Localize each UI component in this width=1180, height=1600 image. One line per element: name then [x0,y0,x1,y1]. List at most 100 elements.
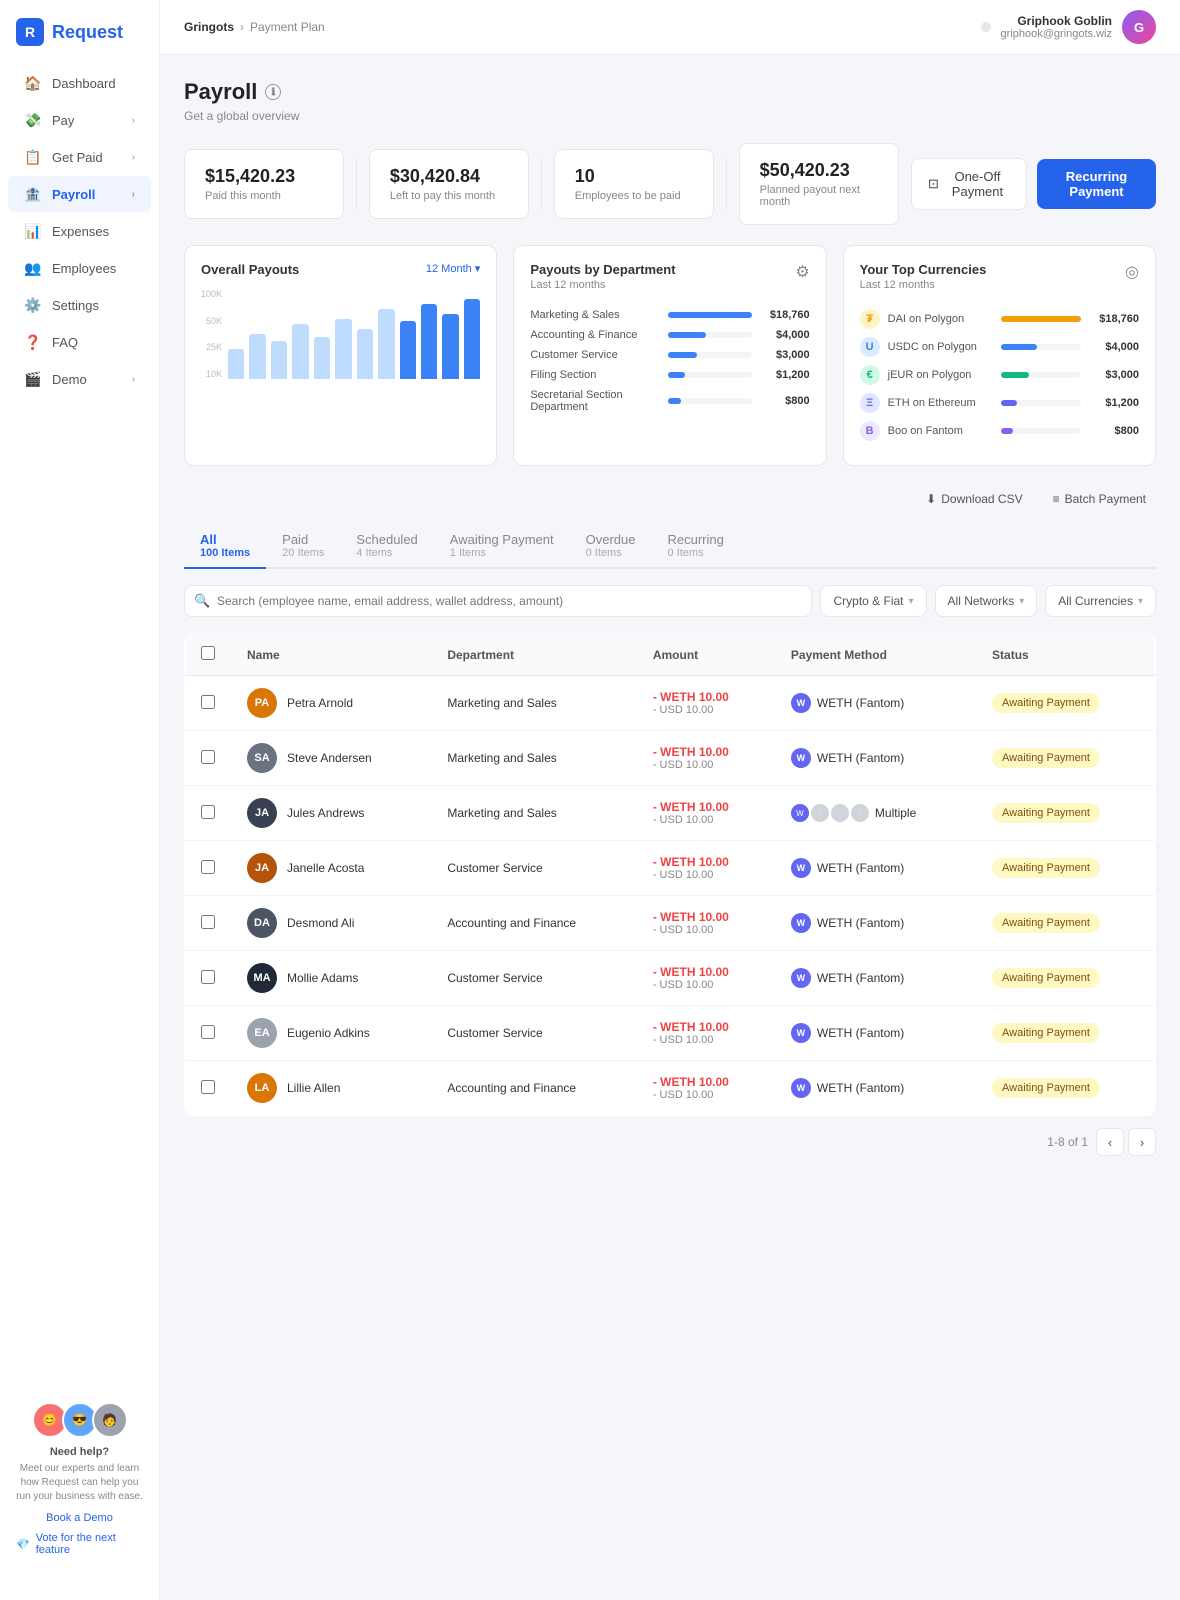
payment-tabs: All 100 ItemsPaid 20 ItemsScheduled 4 It… [184,524,1156,569]
amount-primary-1: - WETH 10.00 [653,745,759,759]
app-logo[interactable]: R Request [0,0,159,64]
currencies-settings-icon[interactable]: ◎ [1125,262,1139,282]
search-input[interactable] [184,585,812,617]
sidebar-bottom: 😊 😎 🧑 Need help? Meet our experts and le… [0,1386,159,1580]
user-avatar[interactable]: G [1122,10,1156,44]
row-checkbox-6[interactable] [201,1025,215,1039]
dept-row-1: Accounting & Finance $4,000 [530,329,809,341]
status-column-header: Status [976,634,1155,676]
sidebar-item-faq[interactable]: ❓ FAQ [8,324,151,360]
department-cell-5: Customer Service [431,951,636,1006]
dept-settings-icon[interactable]: ⚙ [795,262,809,282]
status-cell-4: Awaiting Payment [976,896,1155,951]
tab-count-all: 100 Items [200,547,250,559]
payment-method-cell-0: W WETH (Fantom) [775,676,976,731]
tab-count-scheduled: 4 Items [356,547,417,559]
book-demo-link[interactable]: Book a Demo [16,1512,143,1524]
bar-group-1 [249,334,265,379]
chevron-down-icon: ▾ [1138,596,1143,607]
method-icon-4: · [851,804,869,822]
tab-count-overdue: 0 Items [586,547,636,559]
bar-group-0 [228,349,244,379]
charts-row: Overall Payouts 12 Month ▾ 100K50K25K10K… [184,245,1156,466]
download-csv-button[interactable]: ⬇ Download CSV [916,486,1032,512]
pay-nav-icon: 💸 [24,111,42,129]
employee-name-5: Mollie Adams [287,971,358,985]
row-checkbox-1[interactable] [201,750,215,764]
batch-payment-button[interactable]: ≡ Batch Payment [1043,486,1156,512]
row-checkbox-4[interactable] [201,915,215,929]
department-cell-6: Customer Service [431,1006,636,1061]
payment-method-cell-3: W WETH (Fantom) [775,841,976,896]
nav-label-settings: Settings [52,298,99,313]
sidebar-item-expenses[interactable]: 📊 Expenses [8,213,151,249]
nav-label-demo: Demo [52,372,87,387]
status-badge-4: Awaiting Payment [992,913,1100,933]
tab-paid[interactable]: Paid 20 Items [266,524,340,569]
tab-recurring[interactable]: Recurring 0 Items [652,524,740,569]
sidebar-item-dashboard[interactable]: 🏠 Dashboard [8,65,151,101]
one-off-payment-button[interactable]: ⊡ One-Off Payment [911,158,1027,210]
prev-page-button[interactable]: ‹ [1096,1128,1124,1156]
vote-feature[interactable]: 💎 Vote for the next feature [16,1524,143,1564]
row-checkbox-5[interactable] [201,970,215,984]
networks-filter[interactable]: All Networks ▾ [935,585,1038,617]
row-checkbox-0[interactable] [201,695,215,709]
currency-amount-3: $1,200 [1089,397,1139,409]
sidebar-item-demo[interactable]: 🎬 Demo › [8,361,151,397]
row-checkbox-7[interactable] [201,1080,215,1094]
select-all-checkbox[interactable] [201,646,215,660]
sidebar-item-get-paid[interactable]: 📋 Get Paid › [8,139,151,175]
method-label-6: WETH (Fantom) [817,1026,904,1040]
currency-icon-2: € [860,365,880,385]
currency-bar-1 [1001,344,1037,350]
payment-method-icon-1: W [791,748,811,768]
tab-scheduled[interactable]: Scheduled 4 Items [340,524,433,569]
chart-period-selector[interactable]: 12 Month ▾ [426,262,480,275]
table-row: LA Lillie Allen Accounting and Finance -… [185,1061,1156,1116]
amount-primary-7: - WETH 10.00 [653,1075,759,1089]
amount-primary-0: - WETH 10.00 [653,690,759,704]
select-all-header [185,634,232,676]
dept-amount-3: $1,200 [760,369,810,381]
tab-label-scheduled: Scheduled [356,532,417,547]
table-section: ⬇ Download CSV ≡ Batch Payment All 100 I… [184,486,1156,1156]
nav-label-dashboard: Dashboard [52,76,116,91]
employee-cell-6: EA Eugenio Adkins [247,1018,415,1048]
sidebar-item-employees[interactable]: 👥 Employees [8,250,151,286]
tab-overdue[interactable]: Overdue 0 Items [570,524,652,569]
currency-row-0: ₮ DAI on Polygon $18,760 [860,309,1139,329]
currency-bar-wrap-3 [1001,400,1081,406]
info-icon[interactable]: ℹ [265,84,281,100]
stat-card-2: 10 Employees to be paid [554,149,714,219]
dept-bar-4 [668,398,680,404]
user-area: Griphook Goblin griphook@gringots.wiz G [981,10,1156,44]
amount-primary-3: - WETH 10.00 [653,855,759,869]
stat-label-0: Paid this month [205,190,323,202]
currency-name-0: DAI on Polygon [888,313,993,325]
tab-all[interactable]: All 100 Items [184,524,266,569]
currencies-card: Your Top Currencies Last 12 months ◎ ₮ D… [843,245,1156,466]
sidebar-item-pay[interactable]: 💸 Pay › [8,102,151,138]
dept-column-header: Department [431,634,636,676]
currencies-filter[interactable]: All Currencies ▾ [1045,585,1156,617]
row-checkbox-3[interactable] [201,860,215,874]
table-header: Name Department Amount Payment Method St… [185,634,1156,676]
page-subtitle: Get a global overview [184,109,1156,123]
crypto-fiat-filter[interactable]: Crypto & Fiat ▾ [820,585,926,617]
employee-name-2: Jules Andrews [287,806,364,820]
sidebar-item-settings[interactable]: ⚙️ Settings [8,287,151,323]
recurring-payment-button[interactable]: Recurring Payment [1037,159,1156,209]
table-body: PA Petra Arnold Marketing and Sales - WE… [185,676,1156,1116]
status-badge-3: Awaiting Payment [992,858,1100,878]
method-icon-1: W [791,804,809,822]
stat-value-3: $50,420.23 [760,160,878,181]
payment-method-icon-3: W [791,858,811,878]
method-column-header: Payment Method [775,634,976,676]
sidebar-item-payroll[interactable]: 🏦 Payroll › [8,176,151,212]
row-checkbox-2[interactable] [201,805,215,819]
tab-awaiting[interactable]: Awaiting Payment 1 Items [434,524,570,569]
amount-secondary-6: - USD 10.00 [653,1034,759,1046]
notification-dot[interactable] [981,22,991,32]
next-page-button[interactable]: › [1128,1128,1156,1156]
